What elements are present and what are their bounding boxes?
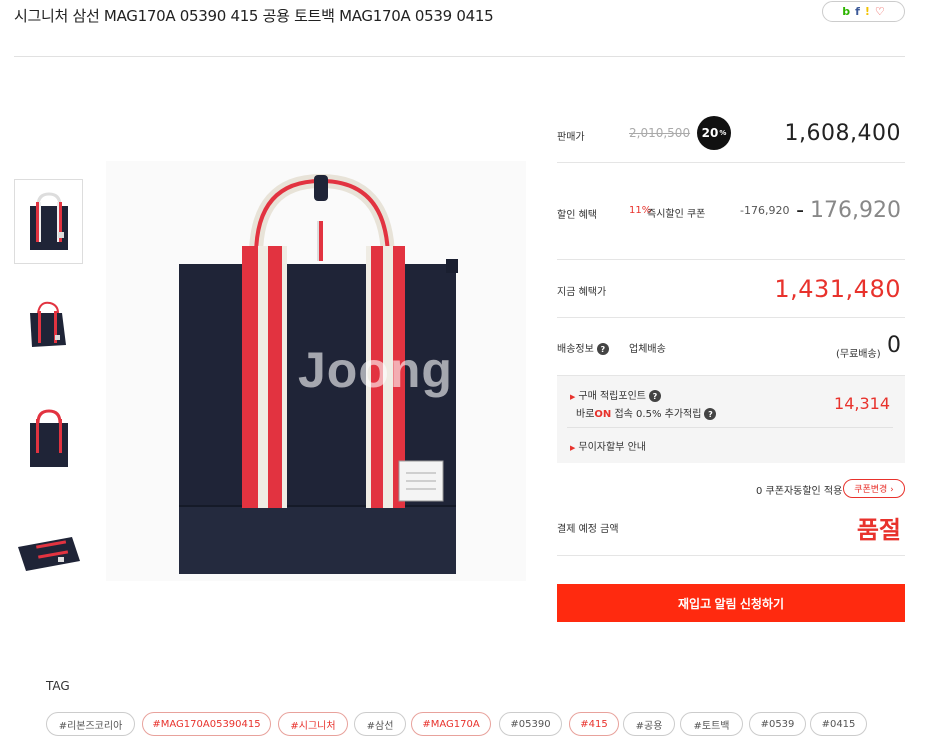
discount-total: -176,920 [796,198,901,223]
divider [557,259,905,260]
shipping-cost: 0 [887,333,901,358]
soldout-status: 품절 [856,516,901,544]
help-icon[interactable]: ? [648,390,661,402]
share-bar: b f ! ♡ [822,1,905,22]
help-icon[interactable]: ? [596,343,609,355]
thumbnail-4[interactable] [14,514,83,586]
watermark-text: Joong [298,342,453,398]
divider [557,555,905,556]
tag-item[interactable]: #MAG170A [411,712,491,736]
tag-item[interactable]: #415 [569,712,619,736]
title-divider [14,56,905,57]
heart-icon[interactable]: ♡ [875,6,885,17]
facebook-icon[interactable]: f [855,6,860,17]
discount-amount-small: -176,920 [740,204,790,217]
product-title: 시그니처 삼선 MAG170A 05390 415 공용 토트백 MAG170A… [14,7,494,25]
bag-lying-thumb [17,537,80,571]
tag-item[interactable]: #MAG170A05390415 [142,712,271,736]
tag-item[interactable]: #05390 [499,712,562,736]
price-label: 판매가 [557,132,585,143]
sale-price: 1,608,400 [784,121,901,146]
installment-link[interactable]: ▶ 무이자할부 안내 [570,438,646,453]
coupon-change-button[interactable]: 쿠폰변경 › [843,479,905,498]
now-price-label: 지금 혜택가 [557,287,607,298]
thumbnail-3[interactable] [14,403,83,475]
tag-item[interactable]: #시그니처 [278,712,348,736]
shipping-label: 배송정보? [557,340,609,355]
divider [557,317,905,318]
arrow-icon: ▶ [570,444,576,452]
bag-front-thumb [29,191,68,250]
original-price: 2,010,500 [629,126,691,140]
shipping-free-label: (무료배송) [836,349,881,360]
shipping-type: 업체배송 [629,344,666,355]
tag-item[interactable]: #리본즈코리아 [46,712,135,736]
payment-label: 결제 예정 금액 [557,524,619,535]
benefit-price: 1,431,480 [774,275,901,303]
thumbnail-2[interactable] [14,290,83,362]
coupon-auto-text: 0 쿠폰자동할인 적용 [756,486,843,497]
tag-item[interactable]: #토트백 [680,712,743,736]
bag-back-thumb [29,409,68,467]
help-icon[interactable]: ? [704,408,717,420]
tag-title: TAG [46,679,70,693]
discount-badge: 20% [697,116,731,150]
arrow-icon: ▶ [570,393,576,401]
points-label: ▶ 구매 적립포인트? [570,387,661,402]
bag-angle-thumb [29,301,66,347]
tag-item[interactable]: #0415 [810,712,867,736]
blog-icon[interactable]: b [842,6,850,17]
points-value: 14,314 [834,394,890,413]
restock-notify-button[interactable]: 재입고 알림 신청하기 [557,584,905,622]
tag-item[interactable]: #0539 [749,712,806,736]
thumbnail-1[interactable] [14,179,83,264]
divider [567,427,893,428]
discount-name: 즉시할인 쿠폰 [647,209,706,220]
discount-label: 할인 혜택 [557,210,597,221]
divider [557,162,905,163]
points-extra: 바로ON 접속 0.5% 추가적립? [576,405,717,420]
kakaostory-icon[interactable]: ! [865,6,870,17]
tag-item[interactable]: #삼선 [354,712,406,736]
tag-item[interactable]: #공용 [623,712,675,736]
